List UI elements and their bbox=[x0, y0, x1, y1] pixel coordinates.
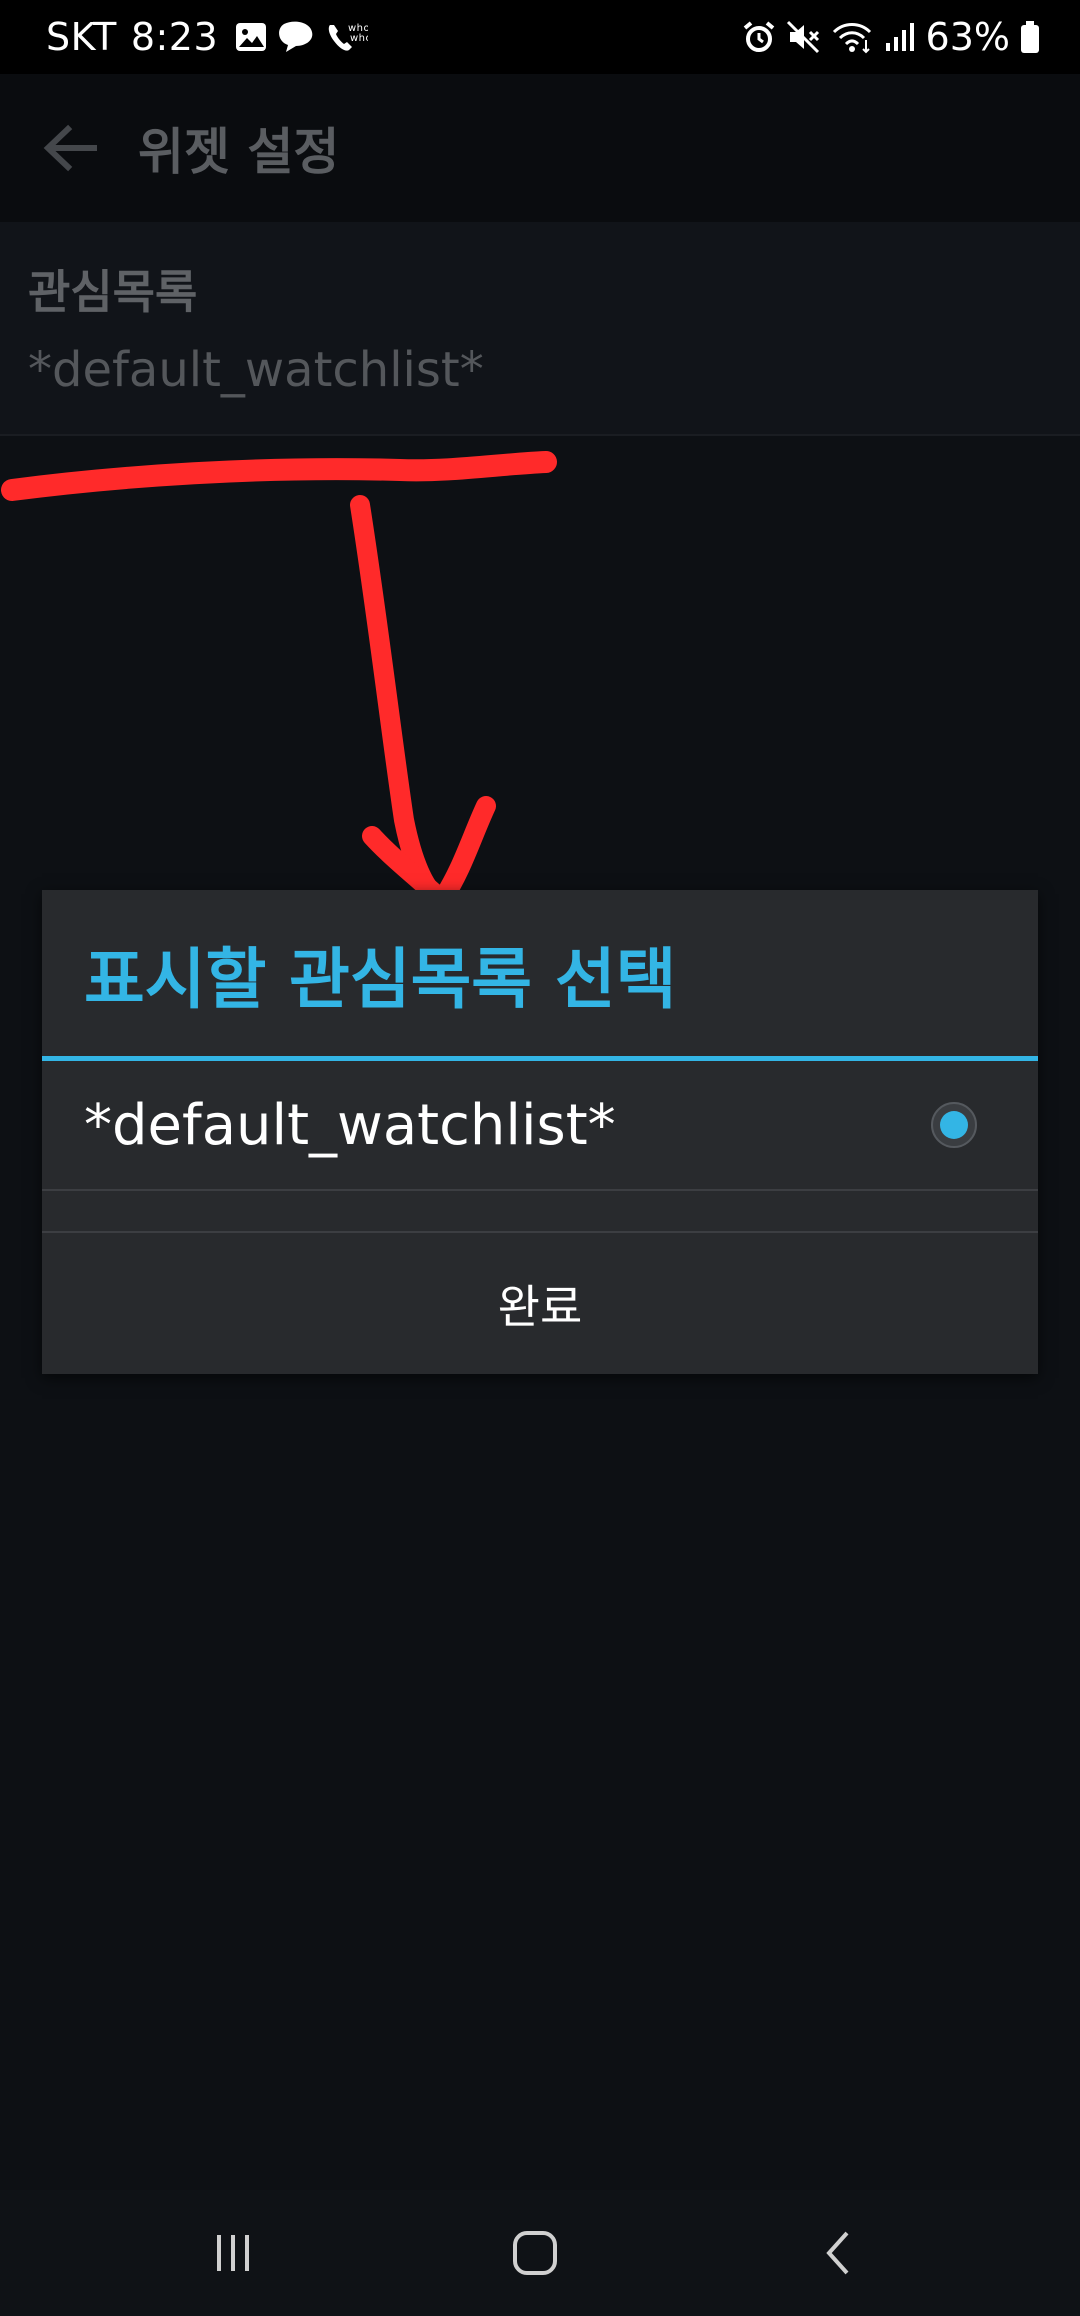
mute-icon bbox=[786, 20, 822, 54]
watchlist-option-label: *default_watchlist* bbox=[84, 1092, 616, 1158]
chat-bubble-icon bbox=[276, 20, 316, 54]
dialog-list-spacer bbox=[42, 1191, 1038, 1233]
home-button[interactable] bbox=[490, 2208, 580, 2298]
gallery-icon bbox=[234, 21, 268, 53]
whowho-call-icon: who who bbox=[324, 19, 368, 55]
back-button[interactable] bbox=[38, 116, 102, 180]
done-button[interactable]: 완료 bbox=[42, 1233, 1038, 1374]
watchlist-preference[interactable]: 관심목록 *default_watchlist* bbox=[0, 222, 1080, 436]
battery-percent-label: 63% bbox=[925, 15, 1010, 59]
page-title: 위젯 설정 bbox=[138, 123, 340, 181]
status-bar: SKT 8:23 who wh 63% bbox=[0, 0, 1080, 74]
navigation-bar bbox=[0, 2190, 1080, 2316]
radio-selected-icon[interactable] bbox=[930, 1101, 978, 1149]
recent-apps-icon bbox=[217, 2235, 249, 2271]
dialog-title: 표시할 관심목록 선택 bbox=[84, 941, 677, 1018]
screen: SKT 8:23 who wh 63% 위젯 설정 관심목록 *default_… bbox=[0, 0, 1080, 2316]
home-icon bbox=[513, 2231, 557, 2275]
watchlist-option[interactable]: *default_watchlist* bbox=[42, 1061, 1038, 1191]
status-right: 63% bbox=[742, 0, 1040, 74]
watchlist-select-dialog: 표시할 관심목록 선택 *default_watchlist* 완료 bbox=[42, 890, 1038, 1374]
status-left: SKT 8:23 who wh bbox=[46, 0, 368, 74]
app-bar: 위젯 설정 bbox=[0, 74, 1080, 222]
carrier-label: SKT bbox=[46, 15, 117, 59]
wifi-icon bbox=[832, 20, 874, 54]
nav-back-button[interactable] bbox=[794, 2208, 884, 2298]
alarm-icon bbox=[742, 20, 776, 54]
recent-apps-button[interactable] bbox=[188, 2208, 278, 2298]
svg-text:who: who bbox=[350, 33, 368, 44]
preference-title: 관심목록 bbox=[28, 265, 198, 319]
battery-icon bbox=[1020, 20, 1040, 54]
preference-summary: *default_watchlist* bbox=[28, 342, 484, 398]
arrow-left-icon bbox=[43, 124, 97, 172]
notification-icons: who who bbox=[234, 19, 368, 55]
back-icon bbox=[826, 2231, 849, 2275]
clock-label: 8:23 bbox=[130, 15, 219, 59]
signal-icon bbox=[884, 21, 916, 53]
